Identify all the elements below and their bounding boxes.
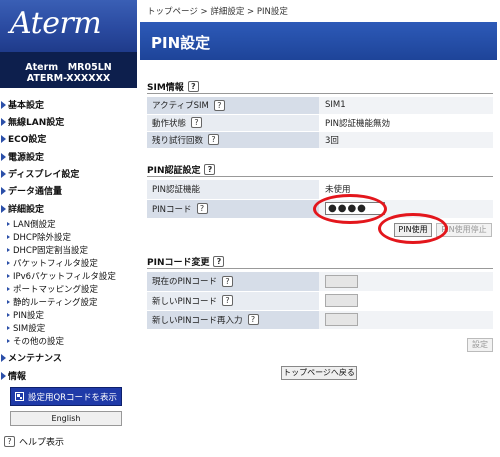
sidebar-item-maintenance[interactable]: メンテナンス [0,351,62,364]
table-row: 残り試行回数? 3回 [147,131,493,149]
sidebar-item-wireless-lan[interactable]: 無線LAN設定 [0,115,64,128]
table-row: 新しいPINコード再入力? [147,310,493,330]
sidebar-item-display[interactable]: ディスプレイ設定 [0,167,79,180]
operation-status-value: PIN認証機能無効 [319,114,493,132]
sidebar-item-power[interactable]: 電源設定 [0,150,44,163]
new-pin-confirm-input[interactable] [325,313,358,326]
triangle-right-icon [7,261,10,265]
question-icon[interactable]: ? [222,275,233,287]
sidebar-subitem-static-routing[interactable]: 静的ルーティング設定 [7,296,98,308]
table-row: 新しいPINコード? [147,291,493,311]
question-icon: ? [4,436,15,447]
pin-change-table: 現在のPINコード? 新しいPINコード? 新しいPINコード再入力? [147,272,493,330]
sidebar-subitem-other[interactable]: その他の設定 [7,335,64,347]
active-sim-value: SIM1 [319,97,493,115]
triangle-right-icon [7,248,10,252]
new-pin-confirm-label: 新しいPINコード再入力 [152,315,243,326]
set-button[interactable]: 設定 [467,338,493,352]
table-row: PIN認証機能 未使用 [147,180,493,200]
triangle-right-icon [1,372,6,380]
triangle-right-icon [7,222,10,226]
triangle-right-icon [1,354,6,362]
sidebar-item-eco[interactable]: ECO設定 [0,132,46,145]
triangle-right-icon [7,274,10,278]
help-link[interactable]: ? ヘルプ表示 [4,435,64,448]
sidebar: Aterm Aterm MR05LN ATERM-XXXXXX 基本設定 無線L… [0,0,137,457]
sidebar-subitem-dhcp-fixed[interactable]: DHCP固定割当設定 [7,244,88,256]
triangle-right-icon [1,205,6,213]
remaining-attempts-label: 残り試行回数 [152,135,204,146]
sidebar-item-basic[interactable]: 基本設定 [0,98,44,111]
question-icon[interactable]: ? [213,99,225,111]
triangle-right-icon [1,153,6,161]
pin-change-heading: PINコード変更 ? [147,255,225,268]
table-row: 動作状態? PIN認証機能無効 [147,114,493,132]
title-bar: PIN設定 [140,22,497,60]
brand-logo: Aterm [10,6,102,41]
triangle-right-icon [7,339,10,343]
sim-info-table: アクティブSIM? SIM1 動作状態? PIN認証機能無効 残り試行回数? 3… [147,97,493,149]
divider [147,93,493,94]
current-pin-label: 現在のPINコード [152,277,217,288]
question-icon[interactable]: ? [204,164,216,175]
device-name: ATERM-XXXXXX [26,73,111,84]
qr-code-icon [14,392,24,401]
model-info: Aterm MR05LN ATERM-XXXXXX [0,52,137,88]
back-to-top-button[interactable]: トップページへ戻る [281,366,357,380]
question-icon[interactable]: ? [213,256,225,267]
pin-feature-label: PIN認証機能 [152,185,200,196]
current-pin-input[interactable] [325,274,358,288]
divider [147,176,493,177]
english-button[interactable]: English [10,411,122,426]
active-sim-label: アクティブSIM [152,101,209,112]
sidebar-subitem-sim[interactable]: SIM設定 [7,322,45,334]
remaining-attempts-value: 3回 [319,131,493,149]
question-icon[interactable]: ? [191,117,203,128]
question-icon[interactable]: ? [196,203,208,214]
pin-code-label: PINコード [152,204,192,215]
triangle-right-icon [1,135,6,143]
operation-status-label: 動作状態 [152,118,187,129]
sidebar-subitem-port-mapping[interactable]: ポートマッピング設定 [7,283,98,295]
sidebar-subitem-dhcp-exclusion[interactable]: DHCP除外設定 [7,231,71,243]
triangle-right-icon [7,235,10,239]
main-content: トップページ > 詳細設定 > PIN設定 PIN設定 SIM情報 ? アクティ… [137,0,500,457]
sidebar-item-info[interactable]: 情報 [0,369,26,382]
page-title: PIN設定 [151,34,211,52]
triangle-right-icon [7,326,10,330]
pin-input-highlight [313,194,387,224]
divider [147,268,493,269]
sidebar-item-data-usage[interactable]: データ通信量 [0,184,62,197]
table-row: 現在のPINコード? [147,272,493,292]
sidebar-subitem-packet-filter[interactable]: パケットフィルタ設定 [7,257,98,269]
pin-auth-heading: PIN認証設定 ? [147,163,216,176]
sidebar-item-advanced[interactable]: 詳細設定 [0,202,44,215]
new-pin-label: 新しいPINコード [152,296,217,307]
breadcrumb: トップページ > 詳細設定 > PIN設定 [147,7,288,17]
triangle-right-icon [7,287,10,291]
pin-enable-highlight [378,213,448,244]
sidebar-subitem-lan[interactable]: LAN側設定 [7,218,56,230]
sim-info-heading: SIM情報 ? [147,80,199,93]
triangle-right-icon [7,313,10,317]
triangle-right-icon [1,187,6,195]
table-row: アクティブSIM? SIM1 [147,97,493,115]
brand-logo-area: Aterm [0,0,137,52]
question-icon[interactable]: ? [208,134,220,145]
triangle-right-icon [1,118,6,126]
triangle-right-icon [1,101,6,109]
sidebar-subitem-pin[interactable]: PIN設定 [7,309,44,321]
question-icon[interactable]: ? [187,81,199,92]
question-icon[interactable]: ? [247,314,259,325]
question-icon[interactable]: ? [222,295,233,306]
triangle-right-icon [7,300,10,304]
model-name: Aterm MR05LN [25,62,112,73]
new-pin-input[interactable] [325,294,358,307]
show-qr-code-button[interactable]: 設定用QRコードを表示 [10,387,122,406]
sidebar-subitem-ipv6-filter[interactable]: IPv6パケットフィルタ設定 [7,270,116,282]
triangle-right-icon [1,170,6,178]
